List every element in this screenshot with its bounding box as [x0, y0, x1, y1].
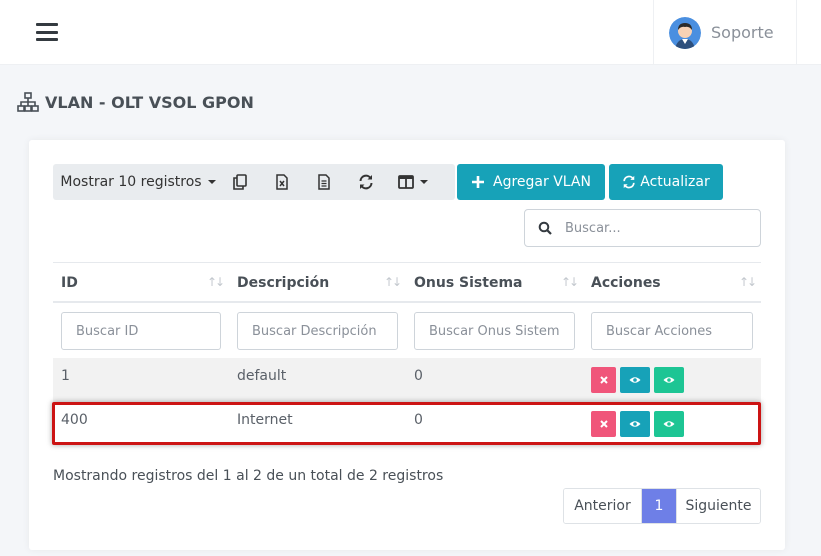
- vlan-table: ID ↑↓ Descripción ↑↓ Onus Sistema ↑↓ Acc…: [53, 262, 761, 446]
- copy-button[interactable]: [219, 164, 261, 200]
- columns-dropdown[interactable]: [387, 164, 439, 200]
- search-input[interactable]: [565, 220, 745, 236]
- current-page-button[interactable]: 1: [642, 489, 676, 523]
- caret-down-icon: [420, 180, 428, 184]
- table-row: 1 default 0: [53, 358, 761, 402]
- sort-icon: ↑↓: [384, 275, 402, 289]
- close-icon: [599, 376, 608, 384]
- filter-row: [53, 303, 761, 358]
- column-header-label: Descripción: [237, 274, 330, 291]
- view-onus-button[interactable]: [654, 411, 684, 437]
- table-toolbar: Mostrar 10 registros: [53, 164, 455, 200]
- refresh-button[interactable]: Actualizar: [609, 164, 723, 200]
- view-button[interactable]: [620, 367, 650, 393]
- user-name: Soporte: [711, 23, 774, 42]
- filter-onus-input[interactable]: [414, 312, 575, 350]
- table-info: Mostrando registros del 1 al 2 de un tot…: [53, 468, 444, 484]
- excel-button[interactable]: [261, 164, 303, 200]
- pagination: Anterior 1 Siguiente: [563, 488, 761, 524]
- row-actions: [591, 367, 688, 393]
- show-entries-label: Mostrar 10 registros: [60, 174, 202, 190]
- sort-icon: ↑↓: [739, 275, 757, 289]
- plus-icon: [472, 176, 485, 188]
- caret-down-icon: [207, 180, 216, 184]
- copy-icon: [233, 174, 247, 190]
- page-title-text: VLAN - OLT VSOL GPON: [45, 92, 254, 112]
- show-entries-dropdown[interactable]: Mostrar 10 registros: [53, 164, 219, 200]
- column-header-label: Onus Sistema: [414, 274, 523, 291]
- sort-icon: ↑↓: [207, 275, 225, 289]
- column-header-onus-sistema[interactable]: Onus Sistema: [414, 263, 522, 302]
- column-header-acciones[interactable]: Acciones: [591, 263, 661, 302]
- cell-onus: 0: [414, 368, 423, 384]
- search-icon: [538, 221, 552, 235]
- delete-button[interactable]: [591, 411, 616, 437]
- add-vlan-label: Agregar VLAN: [493, 174, 591, 190]
- add-vlan-button[interactable]: Agregar VLAN: [457, 164, 605, 200]
- menu-icon[interactable]: [36, 23, 58, 41]
- cell-descripcion: default: [237, 368, 287, 384]
- column-header-label: Acciones: [591, 274, 661, 291]
- pdf-icon: [318, 174, 330, 190]
- cell-id: 400: [61, 412, 88, 428]
- column-header-label: ID: [61, 274, 78, 291]
- view-onus-button[interactable]: [654, 367, 684, 393]
- delete-button[interactable]: [591, 367, 616, 393]
- row-actions: [591, 411, 688, 437]
- sync-icon: [359, 174, 373, 190]
- refresh-label: Actualizar: [640, 174, 710, 190]
- view-button[interactable]: [620, 411, 650, 437]
- close-icon: [599, 420, 608, 428]
- pdf-button[interactable]: [303, 164, 345, 200]
- columns-icon: [398, 175, 414, 189]
- avatar-icon: [669, 16, 701, 49]
- vlan-card: Mostrar 10 registros Agregar VLAN Actual…: [29, 140, 785, 550]
- filter-descripcion-input[interactable]: [237, 312, 398, 350]
- page-title: VLAN - OLT VSOL GPON: [17, 90, 254, 114]
- search-box: [524, 209, 761, 247]
- table-row: 400 Internet 0: [53, 402, 761, 446]
- cell-onus: 0: [414, 412, 423, 428]
- top-navbar: Soporte: [0, 0, 821, 65]
- user-menu[interactable]: Soporte: [653, 0, 797, 65]
- cell-descripcion: Internet: [237, 412, 293, 428]
- prev-page-button[interactable]: Anterior: [564, 489, 642, 523]
- filter-acciones-input[interactable]: [591, 312, 753, 350]
- sort-icon: ↑↓: [561, 275, 579, 289]
- column-header-id[interactable]: ID: [61, 263, 78, 302]
- sitemap-icon: [17, 92, 39, 112]
- filter-id-input[interactable]: [61, 312, 221, 350]
- eye-icon: [629, 421, 641, 427]
- column-header-descripcion[interactable]: Descripción: [237, 263, 329, 302]
- excel-icon: [276, 174, 288, 190]
- eye-icon: [663, 377, 675, 383]
- refresh-icon: [623, 175, 635, 189]
- eye-icon: [663, 421, 675, 427]
- cell-id: 1: [61, 368, 70, 384]
- eye-icon: [629, 377, 641, 383]
- sync-button[interactable]: [345, 164, 387, 200]
- next-page-button[interactable]: Siguiente: [676, 489, 760, 523]
- table-header: ID ↑↓ Descripción ↑↓ Onus Sistema ↑↓ Acc…: [53, 262, 761, 303]
